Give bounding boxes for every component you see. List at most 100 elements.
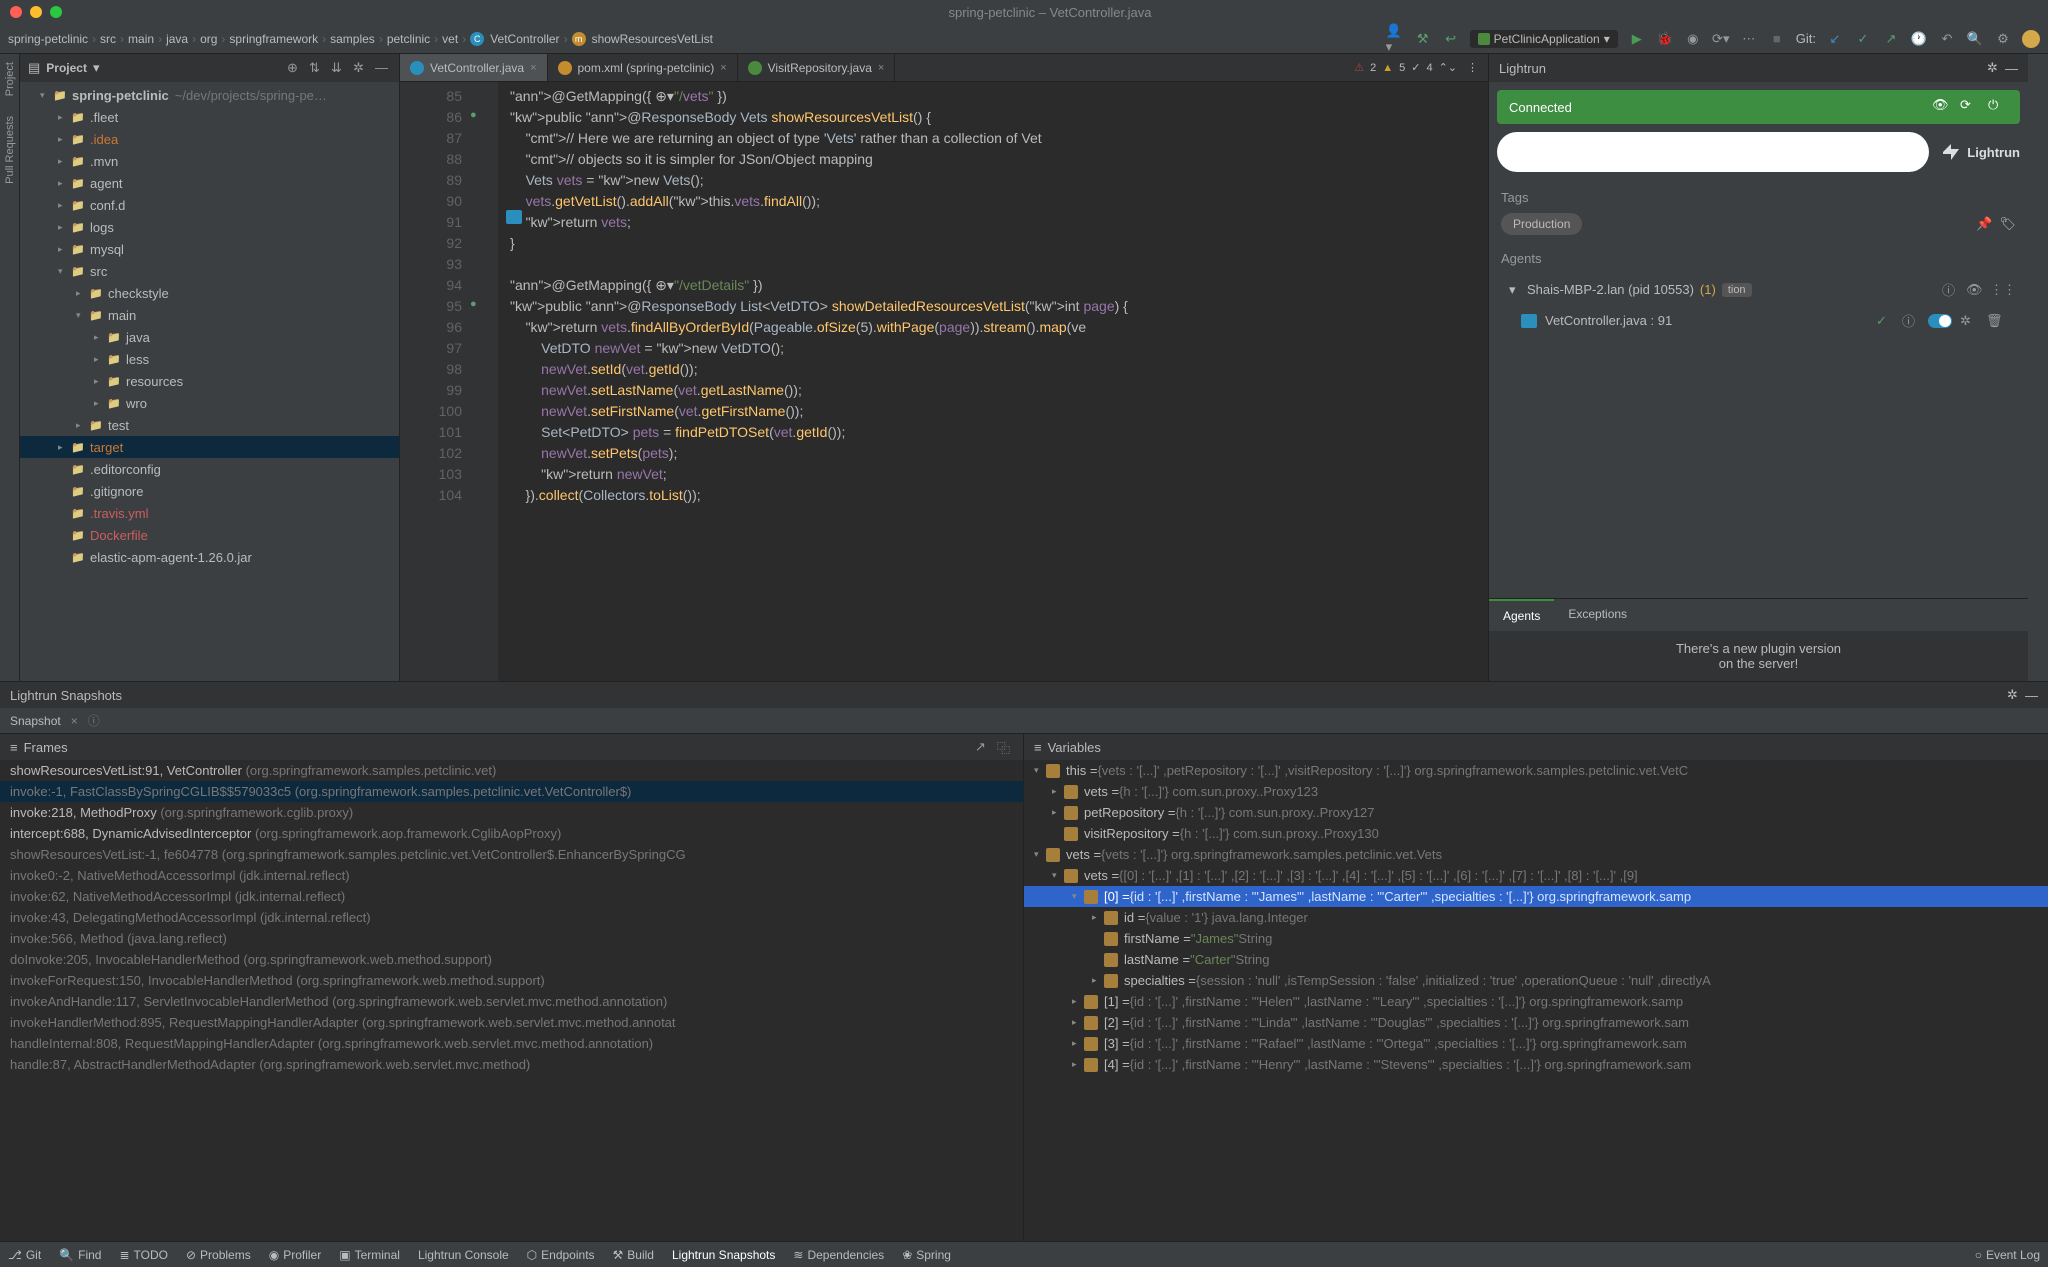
tree-node[interactable]: .travis.yml <box>20 502 399 524</box>
hide-icon[interactable]: — <box>2025 688 2038 703</box>
gear-icon[interactable]: ✲ <box>1960 313 1978 329</box>
editor-tab[interactable]: VetController.java× <box>400 54 548 81</box>
pipe-icon[interactable]: ⋮⋮ <box>1990 282 2008 298</box>
variable-row[interactable]: ▾vets = {[0] : '[...]' ,[1] : '[...]' ,[… <box>1024 865 2048 886</box>
variables-list[interactable]: ▾this = {vets : '[...]' ,petRepository :… <box>1024 760 2048 1241</box>
pin-icon[interactable]: 📌 <box>1976 216 1992 232</box>
status-item[interactable]: ≋Dependencies <box>793 1248 884 1262</box>
stack-frame[interactable]: handleInternal:808, RequestMappingHandle… <box>0 1033 1023 1054</box>
collapse-icon[interactable]: ⇊ <box>331 60 347 76</box>
stack-frame[interactable]: invoke:62, NativeMethodAccessorImpl (jdk… <box>0 886 1023 907</box>
hide-icon[interactable]: — <box>2005 61 2018 76</box>
project-tool-button[interactable]: Project <box>4 62 16 96</box>
crumb[interactable]: springframework <box>229 32 318 46</box>
tree-node[interactable]: ▸java <box>20 326 399 348</box>
status-item[interactable]: 🔍Find <box>59 1248 101 1262</box>
gear-icon[interactable]: ✲ <box>1987 60 1998 76</box>
stack-frame[interactable]: invokeAndHandle:117, ServletInvocableHan… <box>0 991 1023 1012</box>
variable-row[interactable]: firstName = "James" String <box>1024 928 2048 949</box>
hammer-icon[interactable]: ⚒ <box>1414 30 1432 48</box>
info-icon[interactable]: ⓘ <box>88 712 100 729</box>
editor-tab[interactable]: pom.xml (spring-petclinic)× <box>548 54 738 81</box>
crumb[interactable]: VetController <box>490 32 559 46</box>
git-commit-icon[interactable]: ✓ <box>1854 30 1872 48</box>
status-item[interactable]: ⊘Problems <box>186 1248 251 1262</box>
tree-node[interactable]: elastic-apm-agent-1.26.0.jar <box>20 546 399 568</box>
editor-tab[interactable]: VisitRepository.java× <box>738 54 896 81</box>
tree-node[interactable]: ▸wro <box>20 392 399 414</box>
tab-exceptions[interactable]: Exceptions <box>1554 599 1641 631</box>
info-icon[interactable]: ⓘ <box>1942 280 1960 299</box>
variable-row[interactable]: ▾this = {vets : '[...]' ,petRepository :… <box>1024 760 2048 781</box>
stack-frame[interactable]: showResourcesVetList:-1, fe604778 (org.s… <box>0 844 1023 865</box>
snapshot-row[interactable]: VetController.java : 91 ✓ ⓘ ✲ 🗑 <box>1509 305 2016 336</box>
status-item[interactable]: Lightrun Console <box>418 1248 509 1262</box>
frames-list[interactable]: showResourcesVetList:91, VetController (… <box>0 760 1023 1241</box>
status-item[interactable]: ≣TODO <box>119 1248 168 1262</box>
tree-node[interactable]: .gitignore <box>20 480 399 502</box>
hide-icon[interactable]: — <box>375 60 391 76</box>
external-icon[interactable]: ↗ <box>975 739 991 755</box>
tree-root[interactable]: ▾ spring-petclinic ~/dev/projects/spring… <box>20 84 399 106</box>
status-item[interactable]: ◉Profiler <box>269 1248 322 1262</box>
stop-icon[interactable]: ■ <box>1768 30 1786 48</box>
stack-frame[interactable]: invoke0:-2, NativeMethodAccessorImpl (jd… <box>0 865 1023 886</box>
lightrun-search-input[interactable] <box>1497 132 1929 172</box>
gutter-icons[interactable]: ●● <box>470 82 498 681</box>
crumb[interactable]: src <box>100 32 116 46</box>
status-item[interactable]: ❀Spring <box>902 1248 951 1262</box>
eye-icon[interactable]: 👁 <box>1966 282 1984 298</box>
code-area[interactable]: 8586878889909192939495969798991001011021… <box>400 82 1488 681</box>
crumb[interactable]: vet <box>442 32 458 46</box>
tag-pill[interactable]: Production <box>1501 213 1582 235</box>
copy-icon[interactable]: ⿻ <box>997 738 1013 757</box>
variable-row[interactable]: lastName = "Carter" String <box>1024 949 2048 970</box>
variable-row[interactable]: ▸[2] = {id : '[...]' ,firstName : '"Lind… <box>1024 1012 2048 1033</box>
minimize-window[interactable] <box>30 6 42 18</box>
attach-icon[interactable]: ⋯ <box>1740 30 1758 48</box>
tag-add-icon[interactable]: 🏷 <box>1999 216 2016 232</box>
variable-row[interactable]: ▸petRepository = {h : '[...]'} com.sun.p… <box>1024 802 2048 823</box>
variable-row[interactable]: ▾vets = {vets : '[...]'} org.springframe… <box>1024 844 2048 865</box>
pull-requests-tool-button[interactable]: Pull Requests <box>4 116 16 184</box>
coverage-icon[interactable]: ◉ <box>1684 30 1702 48</box>
close-icon[interactable]: × <box>530 62 536 74</box>
run-config-selector[interactable]: PetClinicApplication ▾ <box>1470 30 1618 48</box>
stack-frame[interactable]: invokeForRequest:150, InvocableHandlerMe… <box>0 970 1023 991</box>
tree-node[interactable]: ▸conf.d <box>20 194 399 216</box>
refresh-icon[interactable]: ⟳ <box>1960 97 1980 117</box>
toggle-switch[interactable] <box>1928 314 1952 328</box>
git-push-icon[interactable]: ↗ <box>1882 30 1900 48</box>
status-item[interactable]: ⬡Endpoints <box>527 1248 595 1262</box>
tree-node[interactable]: ▸test <box>20 414 399 436</box>
tree-node[interactable]: ▸checkstyle <box>20 282 399 304</box>
tree-node[interactable]: ▸mysql <box>20 238 399 260</box>
tree-node[interactable]: Dockerfile <box>20 524 399 546</box>
crumb[interactable]: java <box>166 32 188 46</box>
snapshot-tab[interactable]: Snapshot <box>10 710 61 732</box>
tree-node[interactable]: ▸target <box>20 436 399 458</box>
search-icon[interactable]: 🔍 <box>1966 30 1984 48</box>
git-history-icon[interactable]: 🕐 <box>1910 30 1928 48</box>
variable-row[interactable]: ▸[1] = {id : '[...]' ,firstName : '"Hele… <box>1024 991 2048 1012</box>
tree-node[interactable]: ▸logs <box>20 216 399 238</box>
stack-frame[interactable]: invoke:218, MethodProxy (org.springframe… <box>0 802 1023 823</box>
tree-node[interactable]: ▸.fleet <box>20 106 399 128</box>
close-window[interactable] <box>10 6 22 18</box>
gutter[interactable]: 8586878889909192939495969798991001011021… <box>400 82 470 681</box>
stack-frame[interactable]: invoke:566, Method (java.lang.reflect) <box>0 928 1023 949</box>
status-item[interactable]: ⚒Build <box>613 1248 654 1262</box>
trash-icon[interactable]: 🗑 <box>1986 313 2004 329</box>
run-icon[interactable]: ▶ <box>1628 30 1646 48</box>
variable-row[interactable]: ▾[0] = {id : '[...]' ,firstName : '"Jame… <box>1024 886 2048 907</box>
gear-icon[interactable]: ✲ <box>2007 687 2018 703</box>
expand-icon[interactable]: ⇅ <box>309 60 325 76</box>
status-item[interactable]: ▣Terminal <box>339 1248 400 1262</box>
git-update-icon[interactable]: ↙ <box>1826 30 1844 48</box>
tree-node[interactable]: ▾main <box>20 304 399 326</box>
crumb[interactable]: spring-petclinic <box>8 32 88 46</box>
tree-node[interactable]: .editorconfig <box>20 458 399 480</box>
chevron-down-icon[interactable]: ▾ <box>93 60 100 76</box>
settings-icon[interactable]: ⚙ <box>1994 30 2012 48</box>
stack-frame[interactable]: invoke:-1, FastClassBySpringCGLIB$$57903… <box>0 781 1023 802</box>
